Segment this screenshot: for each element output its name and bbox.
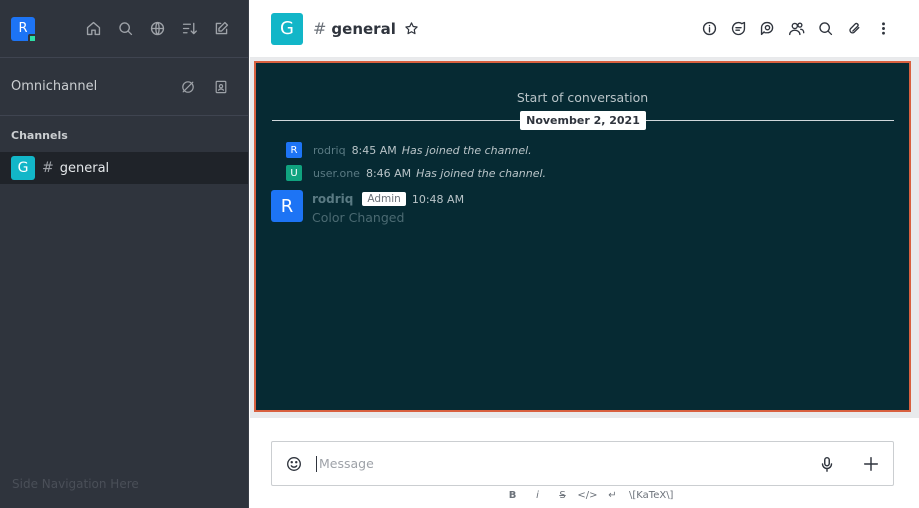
system-message-text: Has joined the channel. xyxy=(401,143,532,157)
date-divider: November 2, 2021 xyxy=(520,111,646,130)
omnichannel-label: Omnichannel xyxy=(11,79,98,94)
kebab-menu-icon[interactable] xyxy=(869,14,898,44)
channels-section-title: Channels xyxy=(11,128,68,142)
message-username[interactable]: user.one xyxy=(313,167,360,180)
home-icon[interactable] xyxy=(77,13,109,45)
message-time: 10:48 AM xyxy=(411,192,465,206)
start-of-conversation: Start of conversation xyxy=(516,90,649,105)
composer-area: B i S </> ↵ \[KaTeX\] xyxy=(250,418,919,508)
message-username[interactable]: rodriq xyxy=(312,192,353,206)
strike-button[interactable]: S xyxy=(550,490,575,501)
contact-center-icon[interactable] xyxy=(204,72,237,102)
sidebar-actions xyxy=(77,13,237,45)
room-header-actions xyxy=(695,14,898,44)
message-time: 8:45 AM xyxy=(351,143,397,157)
sidebar-item-general[interactable]: G # general xyxy=(0,152,248,184)
files-icon[interactable] xyxy=(840,14,869,44)
system-message: U user.one 8:46 AM Has joined the channe… xyxy=(286,165,546,181)
role-badge: Admin xyxy=(362,192,406,206)
omnichannel-actions xyxy=(171,72,237,102)
emoji-icon[interactable] xyxy=(272,442,316,486)
message-body: rodriq Admin 10:48 AM Color Changed xyxy=(312,190,464,225)
sidebar-footer: Side Navigation Here xyxy=(12,477,139,491)
sort-icon[interactable] xyxy=(173,13,205,45)
members-icon[interactable] xyxy=(782,14,811,44)
user-avatar[interactable]: R xyxy=(11,16,37,43)
directory-globe-icon[interactable] xyxy=(141,13,173,45)
room-header-avatar: G xyxy=(271,12,303,45)
favorite-star-icon[interactable] xyxy=(404,21,419,36)
search-icon[interactable] xyxy=(109,13,141,45)
avatar[interactable]: U xyxy=(286,165,302,181)
system-message: R rodriq 8:45 AM Has joined the channel. xyxy=(286,142,532,158)
room-avatar: G xyxy=(11,156,35,180)
messages-area: Start of conversation November 2, 2021 R… xyxy=(250,58,919,418)
omnichannel-status-icon[interactable] xyxy=(171,72,204,102)
user-status-indicator xyxy=(28,33,37,43)
sidebar: R Omnichannel Channels G # general Side … xyxy=(0,0,249,508)
message-username[interactable]: rodriq xyxy=(313,144,346,157)
multiline-button[interactable]: ↵ xyxy=(600,490,625,501)
sidebar-item-label: general xyxy=(59,160,110,176)
bold-button[interactable]: B xyxy=(500,490,525,501)
microphone-icon[interactable] xyxy=(805,442,849,486)
plus-icon[interactable] xyxy=(849,442,893,486)
formatting-toolbar: B i S </> ↵ \[KaTeX\] xyxy=(500,490,674,501)
message-text: Color Changed xyxy=(312,210,405,225)
sidebar-header: R xyxy=(0,0,248,58)
threads-icon[interactable] xyxy=(724,14,753,44)
avatar[interactable]: R xyxy=(271,190,303,222)
room-header: G # general xyxy=(250,0,919,58)
channel-hash-icon: # xyxy=(42,160,54,176)
channel-hash-icon: # xyxy=(313,19,327,38)
system-message-text: Has joined the channel. xyxy=(416,166,547,180)
code-button[interactable]: </> xyxy=(575,490,600,501)
message-time: 8:46 AM xyxy=(365,166,412,180)
discussions-icon[interactable] xyxy=(753,14,782,44)
katex-button[interactable]: \[KaTeX\] xyxy=(629,490,673,501)
search-messages-icon[interactable] xyxy=(811,14,840,44)
message-composer xyxy=(271,441,894,486)
italic-button[interactable]: i xyxy=(525,490,550,501)
avatar[interactable]: R xyxy=(286,142,302,158)
room-title[interactable]: general xyxy=(331,20,395,38)
message-input[interactable] xyxy=(316,455,805,472)
info-icon[interactable] xyxy=(695,14,724,44)
create-new-icon[interactable] xyxy=(205,13,237,45)
message-list: Start of conversation November 2, 2021 R… xyxy=(254,61,911,412)
omnichannel-section: Omnichannel xyxy=(0,58,248,116)
user-avatar-initial: R xyxy=(18,21,28,36)
message[interactable]: R rodriq Admin 10:48 AM Color Changed xyxy=(271,190,464,225)
message-header: rodriq Admin 10:48 AM xyxy=(312,190,464,208)
